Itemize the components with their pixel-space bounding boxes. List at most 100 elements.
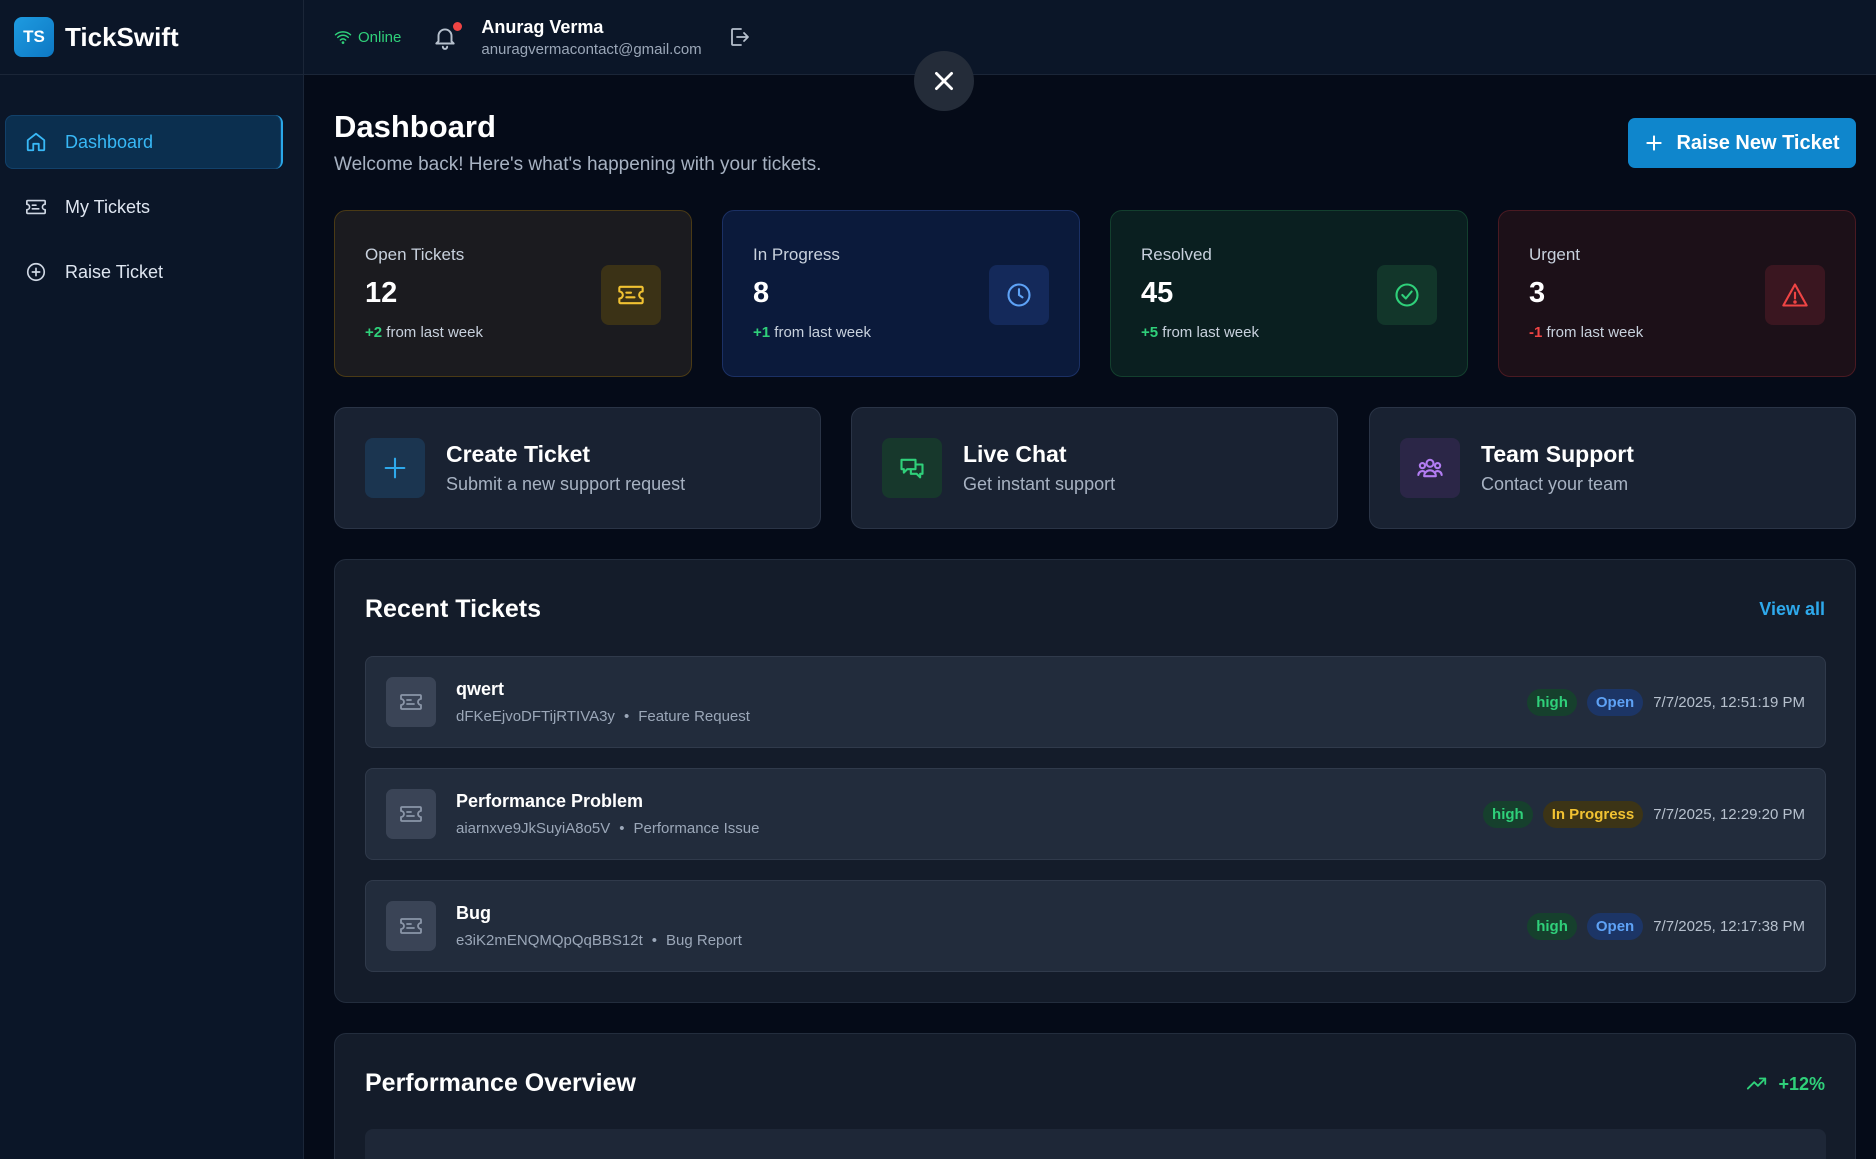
stat-delta-text: from last week bbox=[382, 324, 483, 341]
ticket-date: 7/7/2025, 12:51:19 PM bbox=[1653, 693, 1805, 711]
logout-button[interactable] bbox=[727, 25, 751, 49]
ticket-icon bbox=[386, 901, 436, 951]
action-title: Create Ticket bbox=[446, 441, 591, 467]
raise-button-label: Raise New Ticket bbox=[1676, 131, 1840, 154]
section-title: Performance Overview bbox=[365, 1069, 636, 1097]
sidebar-item-label: Raise Ticket bbox=[65, 261, 164, 282]
ticket-title: Performance Problem bbox=[456, 791, 644, 811]
stat-label: Resolved bbox=[1141, 245, 1212, 264]
stat-delta-text: from last week bbox=[1542, 324, 1644, 341]
action-subtitle: Contact your team bbox=[1481, 474, 1629, 494]
priority-badge: high bbox=[1483, 800, 1533, 828]
stats-row: Open Tickets 12 +2 from last week In Pro… bbox=[334, 210, 1856, 377]
performance-overview-panel: Performance Overview +12% bbox=[334, 1033, 1856, 1159]
sidebar-item-my-tickets[interactable]: My Tickets bbox=[5, 180, 283, 234]
section-title: Recent Tickets bbox=[365, 595, 542, 623]
status-badge: Open bbox=[1586, 912, 1644, 940]
close-icon bbox=[935, 72, 953, 90]
team-support-card[interactable]: Team Support Contact your team bbox=[1369, 407, 1856, 529]
live-chat-card[interactable]: Live Chat Get instant support bbox=[851, 407, 1338, 529]
ticket-meta: dFKeEjvoDFTijRTIVA3y • Feature Request bbox=[456, 708, 750, 725]
sidebar-item-dashboard[interactable]: Dashboard bbox=[5, 115, 283, 169]
sidebar-nav: Dashboard My Tickets Raise Ticket bbox=[0, 75, 303, 299]
ticket-date: 7/7/2025, 12:29:20 PM bbox=[1653, 805, 1805, 823]
plus-icon bbox=[365, 438, 425, 498]
create-ticket-card[interactable]: Create Ticket Submit a new support reque… bbox=[334, 407, 821, 529]
ticket-id: aiarnxve9JkSuyiA8o5V bbox=[456, 820, 611, 837]
status-badge: Open bbox=[1586, 688, 1644, 716]
alert-triangle-icon bbox=[1765, 265, 1825, 325]
stat-label: Urgent bbox=[1529, 245, 1581, 264]
action-subtitle: Submit a new support request bbox=[446, 474, 686, 494]
wifi-icon bbox=[334, 31, 352, 44]
stat-delta-text: from last week bbox=[1158, 324, 1259, 341]
sidebar: TS TickSwift Dashboard My Tickets Raise … bbox=[0, 0, 304, 1159]
stat-card-in-progress[interactable]: In Progress 8 +1 from last week bbox=[722, 210, 1080, 377]
trending-up-icon bbox=[1747, 1077, 1767, 1090]
stat-delta-value: +5 bbox=[1141, 324, 1159, 341]
user-name: Anurag Verma bbox=[481, 16, 604, 37]
ticket-icon bbox=[386, 789, 436, 839]
trend-indicator: +12% bbox=[1746, 1073, 1825, 1095]
ticket-icon bbox=[601, 265, 661, 325]
raise-new-ticket-button[interactable]: Raise New Ticket bbox=[1628, 118, 1856, 168]
ticket-category: Performance Issue bbox=[633, 820, 760, 837]
ticket-date: 7/7/2025, 12:17:38 PM bbox=[1653, 917, 1805, 935]
ticket-category: Bug Report bbox=[666, 932, 742, 949]
status-badge: In Progress bbox=[1542, 800, 1644, 828]
ticket-id: dFKeEjvoDFTijRTIVA3y bbox=[456, 708, 615, 725]
home-icon bbox=[25, 130, 49, 154]
clock-icon bbox=[989, 265, 1049, 325]
trend-value: +12% bbox=[1778, 1073, 1825, 1094]
check-circle-icon bbox=[1377, 265, 1437, 325]
recent-tickets-panel: Recent Tickets View all qwert dFKeEjvoDF… bbox=[334, 559, 1856, 1003]
notification-dot bbox=[453, 22, 463, 31]
stat-delta: +5 from last week bbox=[1141, 324, 1467, 341]
connection-status: Online bbox=[334, 28, 401, 46]
ticket-icon bbox=[386, 677, 436, 727]
notifications-button[interactable] bbox=[432, 22, 463, 51]
ticket-title: Bug bbox=[456, 903, 491, 923]
brand-logo: TS bbox=[14, 17, 54, 57]
brand[interactable]: TS TickSwift bbox=[0, 0, 303, 75]
quick-actions: Create Ticket Submit a new support reque… bbox=[334, 407, 1856, 529]
priority-badge: high bbox=[1527, 912, 1577, 940]
stat-card-resolved[interactable]: Resolved 45 +5 from last week bbox=[1110, 210, 1468, 377]
view-all-link[interactable]: View all bbox=[1759, 599, 1825, 620]
users-icon bbox=[1400, 438, 1460, 498]
status-text: Online bbox=[358, 28, 402, 46]
page-title: Dashboard bbox=[334, 109, 496, 144]
action-subtitle: Get instant support bbox=[963, 474, 1116, 494]
stat-label: Open Tickets bbox=[365, 245, 465, 264]
ticket-row[interactable]: Bug e3iK2mENQMQpQqBBS12t • Bug Report high… bbox=[365, 880, 1826, 972]
ticket-meta: aiarnxve9JkSuyiA8o5V • Performance Issue bbox=[456, 820, 760, 837]
user-email: anuragvermacontact@gmail.com bbox=[481, 40, 702, 58]
priority-badge: high bbox=[1527, 688, 1577, 716]
stat-delta: +2 from last week bbox=[365, 324, 691, 341]
close-button[interactable] bbox=[914, 51, 974, 111]
sidebar-item-raise-ticket[interactable]: Raise Ticket bbox=[5, 245, 283, 299]
brand-name: TickSwift bbox=[65, 21, 179, 52]
sidebar-item-label: My Tickets bbox=[65, 196, 151, 217]
plus-circle-icon bbox=[25, 260, 49, 284]
stat-card-open[interactable]: Open Tickets 12 +2 from last week bbox=[334, 210, 692, 377]
stat-delta: +1 from last week bbox=[753, 324, 1079, 341]
chat-icon bbox=[882, 438, 942, 498]
sidebar-item-label: Dashboard bbox=[65, 131, 154, 152]
plus-icon bbox=[1646, 135, 1663, 151]
stat-delta-value: -1 bbox=[1529, 324, 1543, 341]
ticket-meta: e3iK2mENQMQpQqBBS12t • Bug Report bbox=[456, 932, 742, 949]
ticket-title: qwert bbox=[456, 679, 505, 699]
ticket-icon bbox=[25, 195, 49, 219]
stat-card-urgent[interactable]: Urgent 3 -1 from last week bbox=[1498, 210, 1856, 377]
stat-delta-value: +1 bbox=[753, 324, 771, 341]
page-subtitle: Welcome back! Here's what's happening wi… bbox=[334, 154, 822, 175]
action-title: Team Support bbox=[1481, 441, 1634, 467]
stat-label: In Progress bbox=[753, 245, 840, 264]
stat-delta-text: from last week bbox=[770, 324, 871, 341]
ticket-row[interactable]: qwert dFKeEjvoDFTijRTIVA3y • Feature Reque… bbox=[365, 656, 1826, 748]
ticket-row[interactable]: Performance Problem aiarnxve9JkSuyiA8o5V… bbox=[365, 768, 1826, 860]
ticket-id: e3iK2mENQMQpQqBBS12t bbox=[456, 932, 643, 949]
top-bar: Online Anurag Verma anuragvermacontact@g… bbox=[304, 0, 1876, 75]
performance-chart-area bbox=[365, 1129, 1826, 1159]
